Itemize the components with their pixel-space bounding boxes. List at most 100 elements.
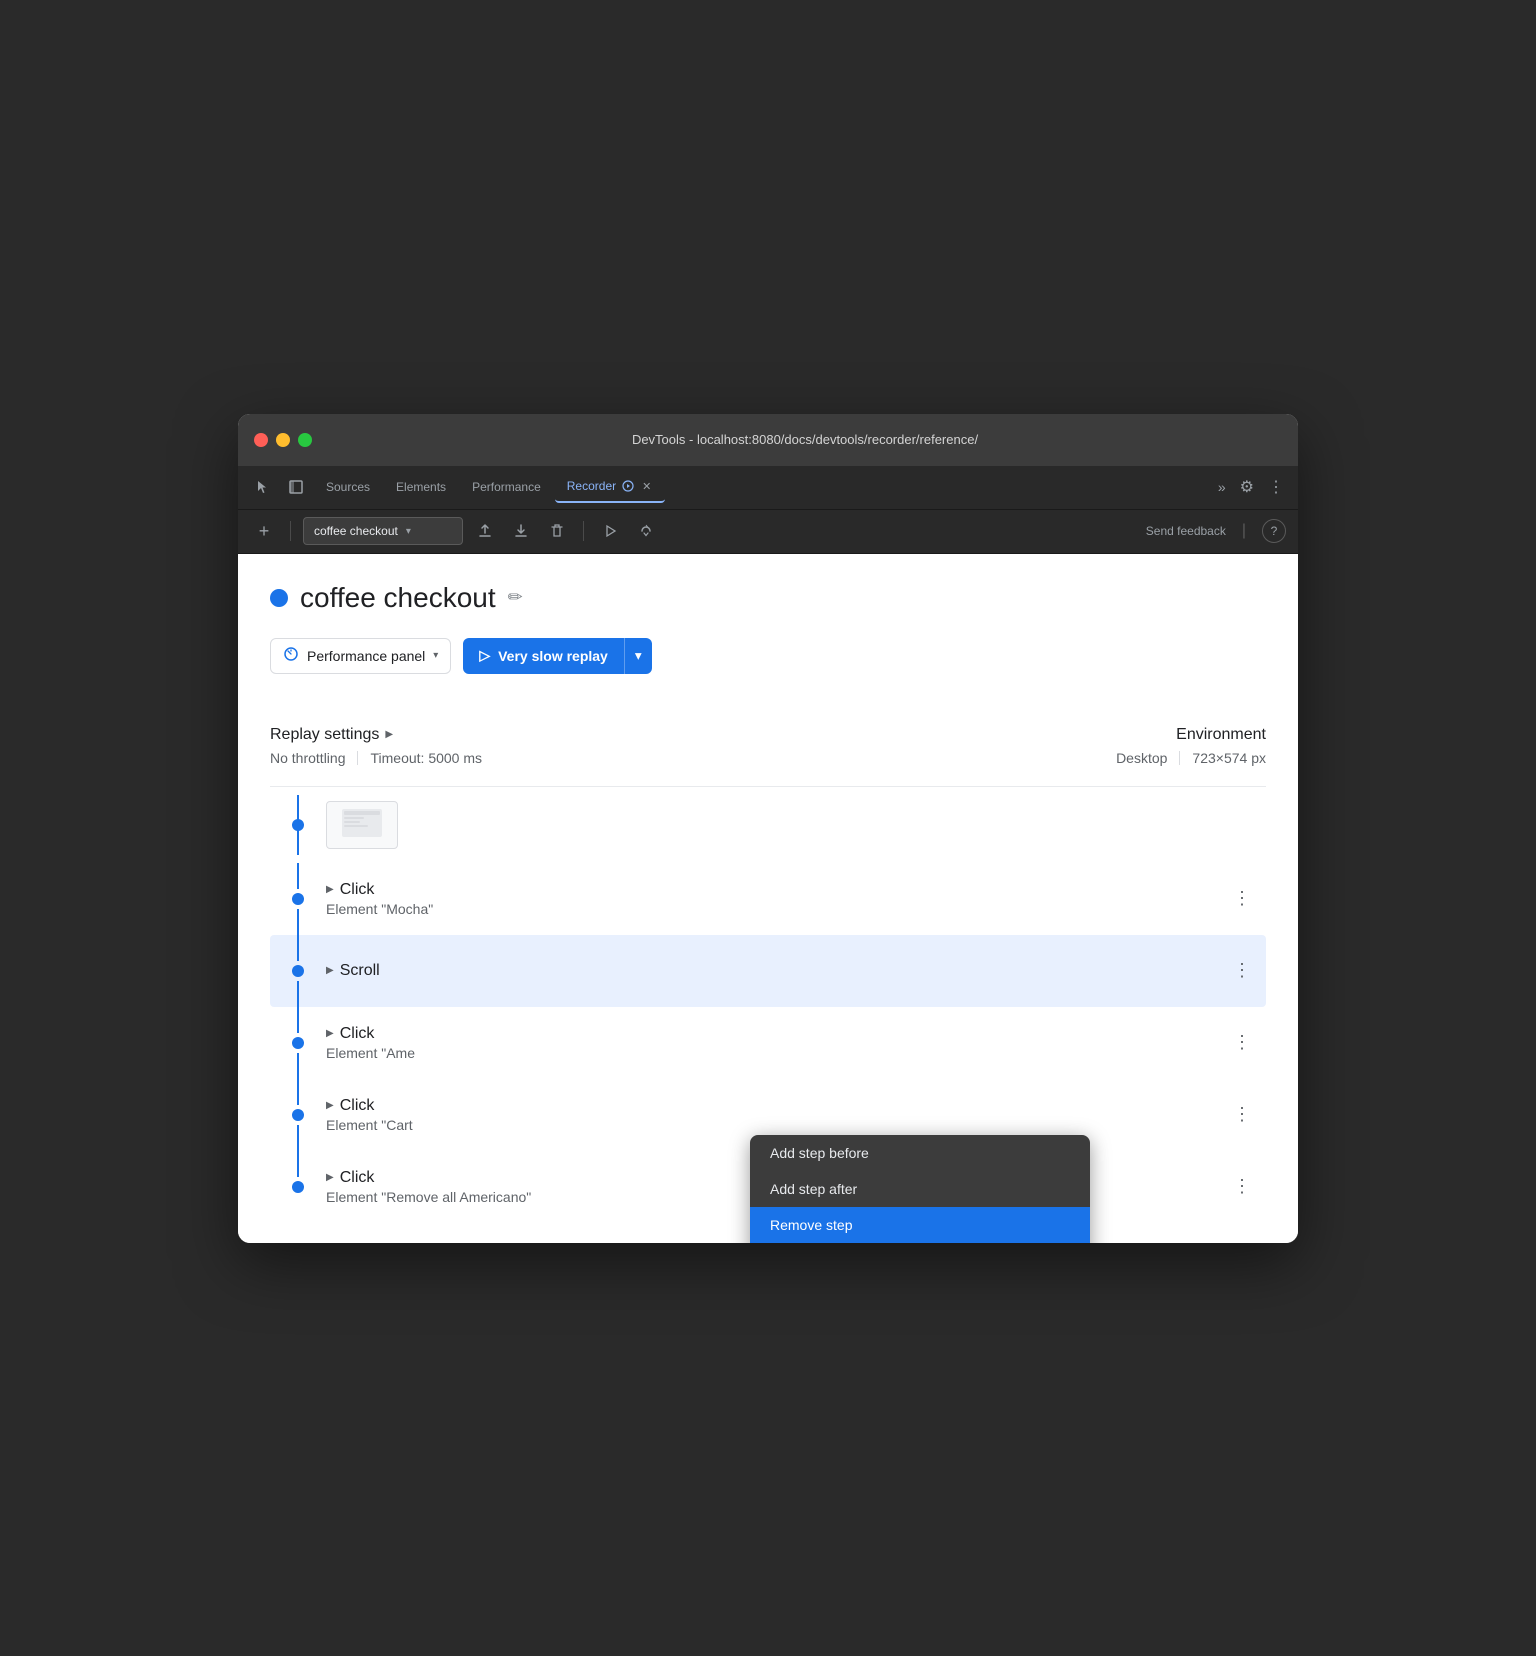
step-dot-container [270,889,326,909]
tab-elements[interactable]: Elements [384,471,458,503]
step-dot [292,1037,304,1049]
step-expand-arrow: ▶ [326,965,334,976]
no-throttling-label: No throttling [270,750,345,766]
timeline-line-top [297,935,299,961]
step-dot [292,893,304,905]
delete-recording-button[interactable] [543,517,571,545]
timeline-line-bottom [297,1053,299,1079]
step-content: ▶ Click Element "Ame [326,1007,1226,1079]
more-options-icon[interactable]: ⋮ [1262,477,1290,497]
tab-recorder[interactable]: Recorder ✕ [555,471,666,503]
recording-thumbnail [326,801,398,849]
step-dot-container [270,1033,326,1053]
step-more-button[interactable]: ⋮ [1226,1027,1258,1059]
performance-panel-icon [283,646,299,665]
toolbar-separator-1 [290,521,291,541]
edit-title-icon[interactable]: ✏ [508,587,523,608]
step-row: ▶ Click Element "Mocha" ⋮ [270,863,1266,935]
step-type-label[interactable]: ▶ Scroll [326,962,1226,980]
step-timeline [270,1007,326,1079]
add-recording-button[interactable]: + [250,517,278,545]
step-type-label[interactable]: ▶ Click [326,1025,1226,1043]
step-replay-button[interactable] [632,517,660,545]
settings-icon[interactable]: ⚙ [1234,477,1260,497]
maximize-button[interactable] [298,433,312,447]
replay-main-button[interactable]: ▷ Very slow replay [463,638,624,674]
timeline-line-bottom [297,1197,299,1223]
timeline-line-bottom [297,909,299,935]
step-more-button[interactable]: ⋮ [1226,1099,1258,1131]
step-type-label[interactable]: ▶ Click [326,1097,1226,1115]
step-more-button[interactable]: ⋮ [1226,1171,1258,1203]
step-timeline [270,935,326,1007]
timeline-line-top [297,1079,299,1105]
timeline-line-top [297,1007,299,1033]
environment-heading: Environment [1116,726,1266,744]
step-thumbnail-row [270,787,1266,863]
step-content: ▶ Scroll [326,935,1226,1007]
download-icon [513,523,529,539]
toolbar-separator-2 [583,521,584,541]
play-recording-button[interactable] [596,517,624,545]
context-menu-add-step-before[interactable]: Add step before [750,1135,1090,1171]
step-element-label: Element "Cart [326,1117,1226,1133]
close-button[interactable] [254,433,268,447]
step-element-label: Element "Ame [326,1045,1226,1061]
performance-panel-button[interactable]: Performance panel ▾ [270,638,451,674]
delete-icon [549,523,565,539]
replay-play-icon: ▷ [479,647,490,664]
recorder-tab-close[interactable]: ✕ [640,480,653,493]
step-expand-arrow: ▶ [326,1100,334,1111]
toolbar: + coffee checkout ▾ [238,510,1298,554]
step-timeline [270,863,326,935]
thumbnail-content [342,809,382,840]
recording-header: coffee checkout ✏ [270,582,1266,614]
performance-panel-chevron-icon: ▾ [433,650,438,661]
help-button[interactable]: ? [1262,519,1286,543]
step-row: ▶ Click Element "Ame ⋮ [270,1007,1266,1079]
timeline-line-top [297,863,299,889]
replay-button-group: ▷ Very slow replay ▾ [463,638,651,674]
context-menu: Add step before Add step after Remove st… [750,1135,1090,1243]
context-menu-remove-step[interactable]: Remove step [750,1207,1090,1243]
send-feedback-link[interactable]: Send feedback [1146,524,1226,538]
replay-settings-values: No throttling Timeout: 5000 ms [270,750,482,766]
recording-chevron-icon: ▾ [406,526,411,537]
step-more-button[interactable]: ⋮ [1226,955,1258,987]
environment-values: Desktop 723×574 px [1116,750,1266,766]
timeline-line-bottom [297,981,299,1007]
steps-container: ▶ Click Element "Mocha" ⋮ [270,787,1266,1243]
recording-selector[interactable]: coffee checkout ▾ [303,517,463,545]
more-tabs-icon[interactable]: » [1212,479,1232,495]
tab-performance[interactable]: Performance [460,471,553,503]
replay-settings-section: Replay settings ▶ No throttling Timeout:… [270,706,1266,787]
step-dot [292,1181,304,1193]
controls-row: Performance panel ▾ ▷ Very slow replay ▾ [270,638,1266,674]
step-more-button[interactable]: ⋮ [1226,883,1258,915]
replay-settings-heading[interactable]: Replay settings ▶ [270,726,482,744]
step-expand-arrow: ▶ [326,1028,334,1039]
context-menu-add-step-after[interactable]: Add step after [750,1171,1090,1207]
main-content: coffee checkout ✏ Performance panel ▾ ▷ [238,554,1298,1243]
import-button[interactable] [507,517,535,545]
add-icon: + [259,522,270,540]
replay-dropdown-button[interactable]: ▾ [624,638,652,674]
titlebar: DevTools - localhost:8080/docs/devtools/… [238,414,1298,466]
step-dot [292,965,304,977]
step-connector [270,795,326,855]
timeout-label: Timeout: 5000 ms [370,750,482,766]
minimize-button[interactable] [276,433,290,447]
performance-panel-label: Performance panel [307,648,425,664]
step-type-label[interactable]: ▶ Click [326,881,1226,899]
timeline-line-bottom [297,1125,299,1151]
cursor-icon[interactable] [246,471,278,503]
dock-icon[interactable] [280,471,312,503]
play-icon [602,523,618,539]
step-dot-container [270,1105,326,1125]
export-button[interactable] [471,517,499,545]
replay-dropdown-chevron-icon: ▾ [635,648,642,664]
feedback-separator: | [1242,522,1246,540]
settings-left: Replay settings ▶ No throttling Timeout:… [270,726,482,766]
tab-sources[interactable]: Sources [314,471,382,503]
timeline-line-top [297,1151,299,1177]
